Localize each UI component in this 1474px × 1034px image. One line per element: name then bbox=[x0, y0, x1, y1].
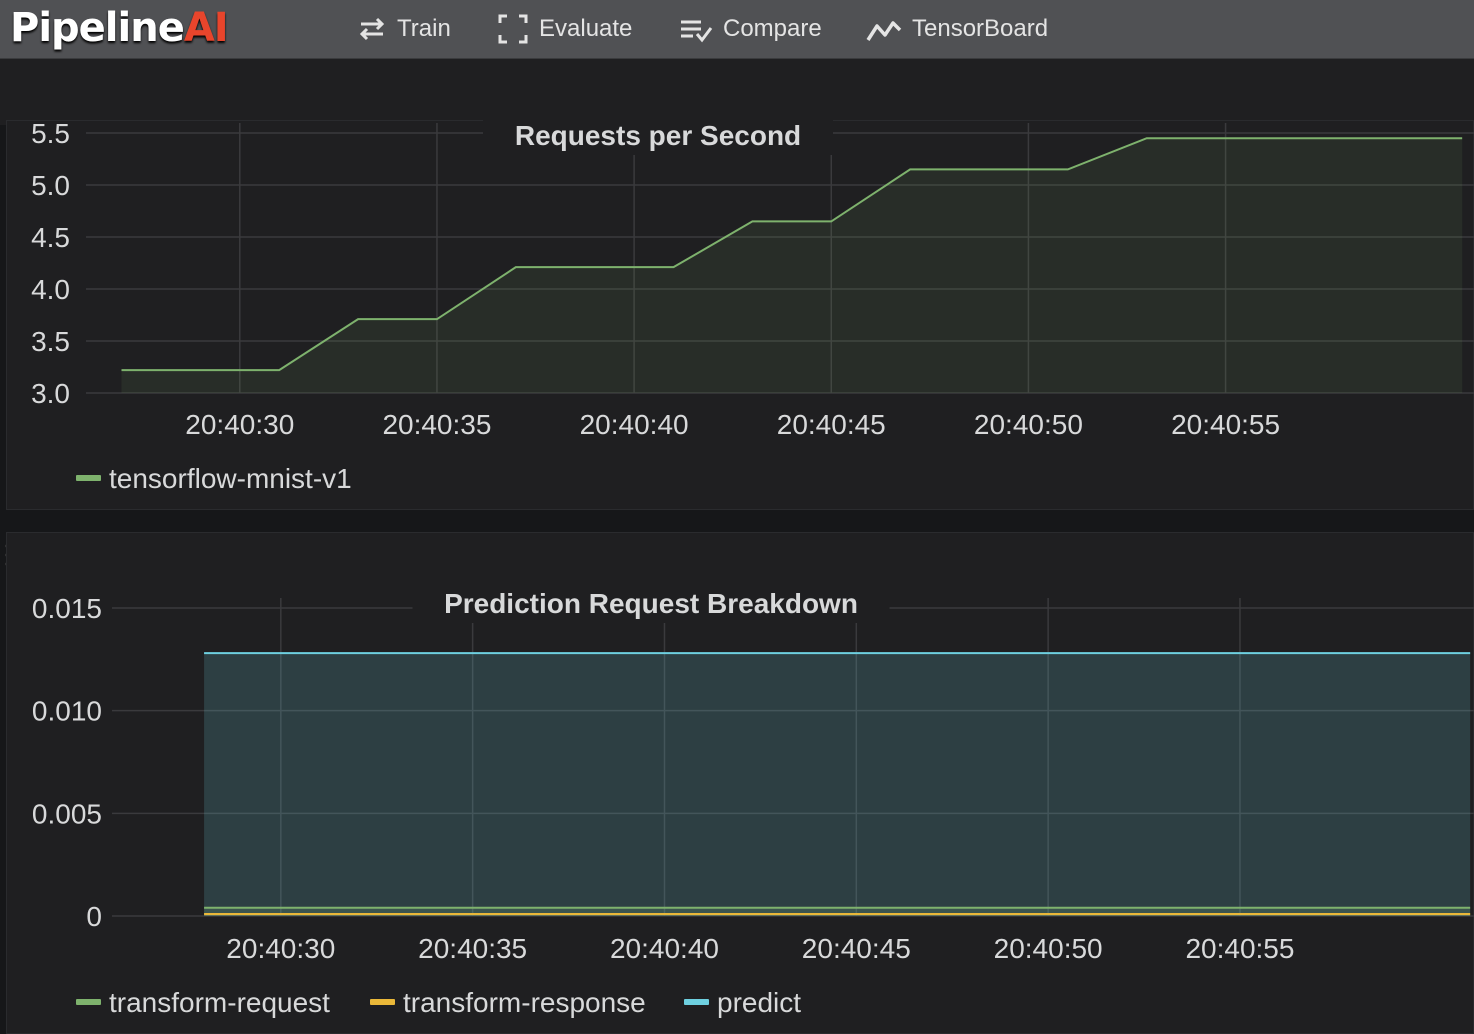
x-tick-label: 20:40:50 bbox=[994, 933, 1103, 964]
series-area-predict bbox=[204, 653, 1471, 916]
legend-label-transform-response: transform-response bbox=[403, 987, 646, 1018]
x-tick-label: 20:40:45 bbox=[802, 933, 911, 964]
x-tick-label: 20:40:35 bbox=[418, 933, 527, 964]
legend-label-predict: predict bbox=[717, 987, 801, 1018]
x-tick-label: 20:40:30 bbox=[226, 933, 335, 964]
x-tick-label: 20:40:40 bbox=[610, 933, 719, 964]
y-tick-label: 0.015 bbox=[32, 593, 102, 624]
legend-swatch bbox=[684, 999, 709, 1005]
y-tick-label: 0.010 bbox=[32, 696, 102, 727]
legend-label-transform-request: transform-request bbox=[109, 987, 330, 1018]
legend-swatch bbox=[370, 999, 395, 1005]
y-tick-label: 0 bbox=[86, 901, 102, 932]
chart-title: Prediction Request Breakdown bbox=[444, 588, 858, 619]
y-tick-label: 0.005 bbox=[32, 798, 102, 829]
x-tick-label: 20:40:55 bbox=[1185, 933, 1294, 964]
prediction-request-breakdown-chart[interactable]: 0 0.005 0.010 0.015 20:40:30 20:40:35 20:40:40… bbox=[0, 0, 1474, 1034]
legend-swatch bbox=[76, 999, 101, 1005]
